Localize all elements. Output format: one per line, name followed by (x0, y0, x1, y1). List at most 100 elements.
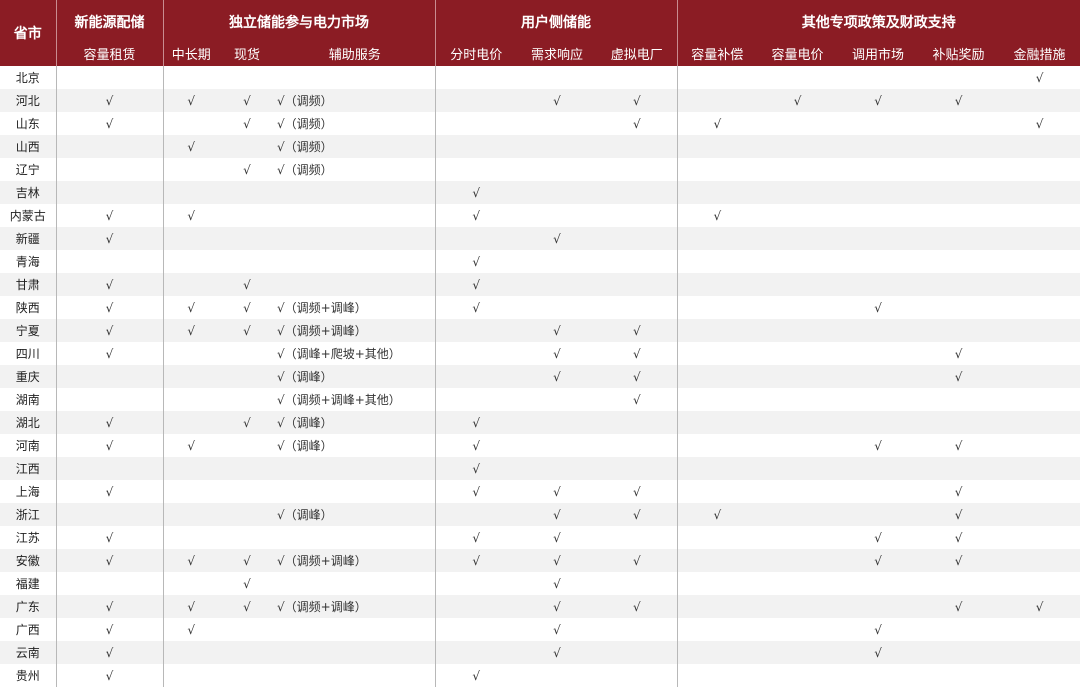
cell-tou-price (435, 342, 517, 365)
cell-capacity-price (757, 135, 839, 158)
cell-subsidy (918, 158, 999, 181)
cell-mid-long-term (163, 572, 219, 595)
cell-tou-price (435, 595, 517, 618)
cell-dispatch-market: √ (874, 530, 882, 545)
cell-virtual-plant (597, 158, 678, 181)
cell-capacity-price (757, 319, 839, 342)
cell-capacity-lease: √ (56, 664, 164, 687)
cell-finance: √ (1035, 70, 1044, 85)
province-cell: 山东 (0, 112, 57, 135)
cell-subsidy (918, 112, 999, 135)
cell-spot (219, 342, 275, 365)
cell-tou-price: √ (472, 438, 481, 453)
cell-virtual-plant: √ (597, 319, 678, 342)
cell-spot (219, 503, 275, 526)
province-cell: 福建 (0, 572, 57, 595)
province-cell: 贵州 (0, 664, 57, 687)
cell-spot (219, 641, 275, 664)
cell-spot: √ (219, 273, 275, 296)
cell-tou-price: √ (472, 530, 481, 545)
cell-capacity-price (757, 664, 838, 687)
cell-mid-long-term (163, 342, 219, 365)
column-header-capacity-compensation: 容量补偿 (677, 44, 758, 66)
province-cell: 山西 (0, 135, 57, 158)
cell-ancillary (275, 480, 436, 503)
cell-dispatch-market (838, 66, 918, 89)
cell-mid-long-term: √ (163, 549, 219, 572)
cell-capacity-compensation (677, 411, 758, 434)
cell-capacity-compensation (677, 89, 758, 112)
cell-capacity-price (757, 388, 838, 411)
table-row: 广西 √ √ √ √ (0, 618, 1080, 641)
cell-tou-price (435, 388, 517, 411)
cell-demand-response (517, 250, 597, 273)
cell-capacity-compensation: √ (713, 208, 722, 223)
cell-capacity-price (757, 503, 839, 526)
cell-demand-response (517, 457, 597, 480)
table-row: 陕西 √ √ √ √（调频+调峰） √ √ (0, 296, 1080, 319)
cell-tou-price (435, 618, 517, 641)
table-row: 宁夏 √ √ √ √（调频+调峰） √ √ (0, 319, 1080, 342)
cell-virtual-plant (597, 204, 678, 227)
cell-virtual-plant (597, 664, 678, 687)
cell-virtual-plant (597, 227, 678, 250)
cell-mid-long-term (163, 457, 219, 480)
cell-capacity-price (757, 250, 838, 273)
cell-capacity-lease (56, 365, 164, 388)
cell-demand-response: √ (553, 576, 561, 591)
cell-capacity-price (757, 365, 839, 388)
cell-finance (999, 618, 1080, 641)
cell-capacity-price (757, 112, 838, 135)
table-body: 北京 √ 河北 √ √ √ √（调频） √ √ √ √ √ 山东 √ √ √（调频） √ √ √ 山西 √ √（调频） 辽宁… (0, 66, 1080, 687)
province-cell: 广西 (0, 618, 57, 641)
cell-capacity-lease: √ (56, 434, 164, 457)
cell-spot: √ (243, 300, 251, 315)
cell-dispatch-market (838, 595, 919, 618)
cell-subsidy (918, 618, 999, 641)
cell-capacity-price (757, 480, 838, 503)
cell-capacity-price (757, 411, 839, 434)
province-cell: 江西 (0, 457, 57, 480)
cell-virtual-plant: √ (597, 388, 678, 411)
cell-spot (219, 204, 275, 227)
province-cell: 陕西 (0, 296, 57, 319)
cell-spot (219, 365, 275, 388)
cell-ancillary: √（调频） (275, 135, 436, 158)
cell-capacity-lease: √ (56, 618, 164, 641)
cell-capacity-price (757, 572, 838, 595)
province-cell: 云南 (0, 641, 57, 664)
cell-capacity-compensation (677, 135, 758, 158)
cell-ancillary: √（调频） (275, 89, 436, 112)
cell-capacity-price (757, 273, 839, 296)
cell-subsidy: √ (918, 365, 1000, 388)
province-cell: 吉林 (0, 181, 57, 204)
province-cell: 青海 (0, 250, 57, 273)
cell-capacity-lease: √ (56, 641, 164, 664)
column-header-spot: 现货 (219, 44, 275, 66)
cell-ancillary (275, 664, 436, 687)
cell-spot (219, 66, 275, 89)
cell-virtual-plant: √ (597, 480, 678, 503)
cell-capacity-lease: √ (56, 342, 164, 365)
cell-ancillary (275, 618, 436, 641)
cell-dispatch-market (838, 503, 919, 526)
cell-capacity-lease (56, 457, 164, 480)
cell-mid-long-term (163, 641, 219, 664)
cell-capacity-price (757, 227, 839, 250)
cell-subsidy (918, 664, 999, 687)
cell-virtual-plant (597, 66, 678, 89)
cell-virtual-plant: √ (597, 112, 678, 135)
cell-virtual-plant: √ (597, 365, 678, 388)
cell-tou-price (435, 66, 517, 89)
table-row: 重庆 √（调峰） √ √ √ (0, 365, 1080, 388)
cell-demand-response (517, 296, 597, 319)
cell-spot: √ (219, 549, 275, 572)
cell-subsidy (918, 641, 1000, 664)
cell-demand-response: √ (517, 365, 597, 388)
cell-dispatch-market: √ (874, 438, 882, 453)
cell-finance: √ (1035, 116, 1044, 131)
cell-subsidy (918, 250, 999, 273)
cell-ancillary (275, 273, 436, 296)
cell-virtual-plant: √ (597, 342, 678, 365)
cell-virtual-plant (597, 526, 678, 549)
